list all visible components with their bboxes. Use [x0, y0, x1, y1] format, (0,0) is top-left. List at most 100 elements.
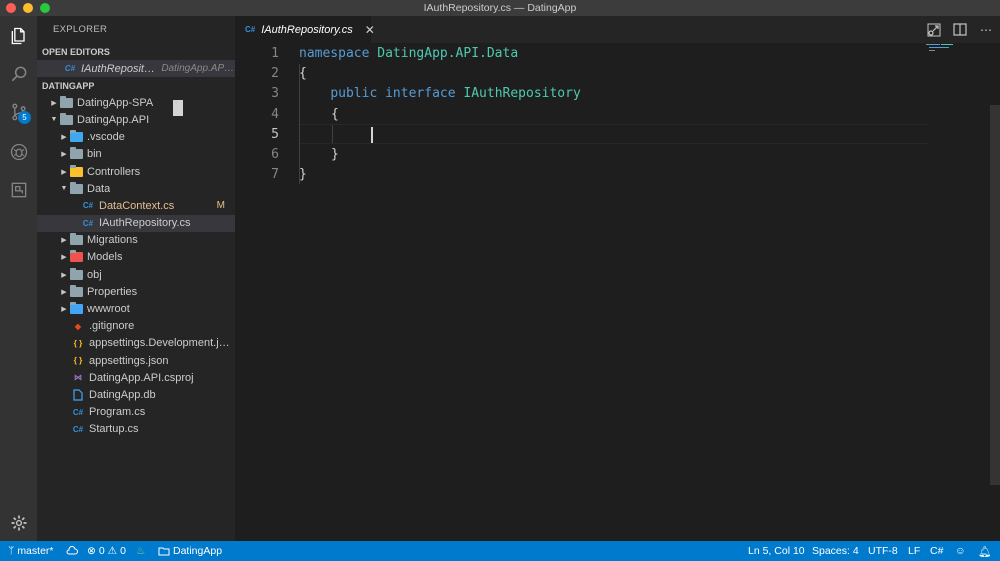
feedback-button[interactable]: ☺ — [955, 541, 966, 561]
project-label: DatingApp — [173, 545, 223, 557]
bell-icon: 🔔︎ — [978, 545, 992, 558]
code-line: 7 } — [235, 165, 935, 185]
code-editor[interactable]: 1 namespace DatingApp.API.Data 2 { 3 pub… — [235, 43, 1000, 541]
tree-folder-models[interactable]: ▶ Models — [37, 249, 235, 266]
tree-file-appsettings-development[interactable]: { } appsettings.Development.json — [37, 335, 235, 352]
code-line: 6 } — [235, 145, 935, 165]
tree-label: obj — [87, 268, 102, 281]
chevron-right-icon: ▶ — [61, 134, 67, 142]
smiley-icon: ☺ — [955, 545, 966, 557]
problems-status[interactable]: ⊗ 0 ⚠ 0 — [87, 541, 126, 561]
open-editor-description: DatingApp.API\Data — [161, 63, 235, 75]
tree-folder-data[interactable]: ▼ Data — [37, 180, 235, 197]
cursor-position[interactable]: Ln 5, Col 10 — [748, 541, 805, 561]
tree-folder-bin[interactable]: ▶ bin — [37, 146, 235, 163]
project-status[interactable]: DatingApp — [158, 541, 222, 561]
folder-icon — [158, 547, 170, 556]
tree-folder-obj[interactable]: ▶ obj — [37, 266, 235, 283]
language-status[interactable]: C# — [930, 541, 943, 561]
chevron-down-icon: ▼ — [60, 185, 68, 193]
tree-label: .gitignore — [89, 320, 135, 333]
warning-icon: ⚠ — [107, 545, 118, 557]
gear-icon — [11, 515, 26, 531]
tree-file-gitignore[interactable]: ◆ .gitignore — [37, 318, 235, 335]
more-actions-button[interactable]: ⋯ — [978, 22, 994, 38]
tree-folder-properties[interactable]: ▶ Properties — [37, 283, 235, 300]
workspace-title: DATINGAPP — [42, 80, 95, 91]
chevron-right-icon: ▶ — [61, 168, 67, 176]
eol-status[interactable]: LF — [908, 541, 920, 561]
branch-label: master* — [17, 545, 54, 557]
chevron-right-icon: ▶ — [61, 288, 67, 296]
tree-label: Models — [87, 251, 123, 264]
tree-folder-migrations[interactable]: ▶ Migrations — [37, 232, 235, 249]
tree-file-db[interactable]: DatingApp.db — [37, 386, 235, 403]
extensions-activity[interactable] — [0, 172, 37, 208]
tree-folder-datingapp-api[interactable]: ▼ DatingApp.API — [37, 111, 235, 128]
source-control-activity[interactable]: 5 — [0, 94, 37, 130]
omnisharp-status[interactable]: ♨ — [136, 541, 145, 561]
tree-file-startup[interactable]: C# Startup.cs — [37, 421, 235, 438]
open-changes-button[interactable] — [926, 22, 942, 38]
manage-activity[interactable] — [0, 511, 37, 535]
tree-folder-controllers[interactable]: ▶ Controllers — [37, 163, 235, 180]
csharp-file-icon: C# — [72, 407, 84, 417]
debug-icon — [10, 143, 27, 161]
folder-icon — [69, 233, 83, 246]
tree-folder-datingapp-spa[interactable]: ▶ DatingApp-SPA — [37, 94, 235, 111]
tree-folder-wwwroot[interactable]: ▶ wwwroot — [37, 300, 235, 317]
chevron-right-icon: ▶ — [61, 271, 67, 279]
tree-folder-vscode[interactable]: ▶ .vscode — [37, 129, 235, 146]
minimize-window-button[interactable] — [23, 3, 33, 13]
folder-icon — [69, 284, 83, 298]
csharp-file-icon: C# — [82, 201, 94, 211]
error-icon: ⊗ — [87, 545, 96, 557]
open-editor-item[interactable]: C# IAuthRepository.cs DatingApp.API\Data — [37, 60, 235, 78]
line-number: 1 — [271, 45, 279, 61]
files-icon — [11, 27, 25, 45]
tab-label: IAuthRepository.cs — [261, 23, 353, 36]
tree-label: wwwroot — [87, 303, 130, 316]
search-activity[interactable] — [0, 56, 37, 92]
tree-label: DatingApp.API — [77, 113, 150, 126]
close-icon[interactable]: ✕ — [365, 23, 375, 37]
modified-badge: M — [216, 200, 225, 212]
open-editor-label: IAuthRepository.cs — [81, 62, 156, 75]
chevron-down-icon: ▼ — [50, 116, 58, 124]
close-window-button[interactable] — [6, 3, 16, 13]
tree-file-datacontext[interactable]: C# DataContext.cs M — [37, 197, 235, 214]
tree-label: DataContext.cs — [99, 199, 175, 212]
encoding-status[interactable]: UTF-8 — [868, 541, 898, 561]
code-line: 2 { — [235, 63, 935, 83]
keyword-token: namespace — [299, 45, 370, 61]
tree-label: Migrations — [87, 234, 138, 247]
tree-file-program[interactable]: C# Program.cs — [37, 404, 235, 421]
maximize-window-button[interactable] — [40, 3, 50, 13]
notifications-button[interactable]: 🔔︎ — [978, 541, 991, 561]
explorer-activity[interactable] — [0, 18, 37, 54]
wwwroot-folder-icon — [69, 302, 83, 315]
cloud-upload-icon — [66, 546, 78, 555]
split-editor-button[interactable] — [952, 22, 968, 38]
debug-activity[interactable] — [0, 134, 37, 170]
line-number: 5 — [271, 126, 279, 142]
workspace-section[interactable]: ▼ DATINGAPP — [37, 77, 235, 116]
code-text: } — [299, 167, 307, 183]
git-branch-status[interactable]: ᛘ master* — [8, 541, 54, 561]
tree-file-csproj[interactable]: ⋈ DatingApp.API.csproj — [37, 369, 235, 386]
tab-iauthrepository[interactable]: C# IAuthRepository.cs ✕ — [235, 16, 375, 43]
sync-status[interactable] — [66, 541, 78, 561]
indentation-status[interactable]: Spaces: 4 — [812, 541, 859, 561]
tree-file-iauthrepository[interactable]: C# IAuthRepository.cs — [37, 214, 235, 232]
type-token: IAuthRepository — [463, 86, 581, 102]
tree-file-appsettings[interactable]: { } appsettings.json — [37, 352, 235, 369]
chevron-right-icon: ▶ — [61, 254, 67, 262]
minimap[interactable] — [926, 43, 956, 53]
code-text: { — [299, 65, 307, 81]
csharp-file-icon: C# — [245, 25, 256, 34]
open-editors-section[interactable]: ▼ OPEN EDITORS — [37, 43, 235, 116]
tree-label: bin — [87, 148, 102, 161]
flame-icon: ♨ — [136, 545, 146, 557]
warning-count: 0 — [120, 545, 126, 557]
vertical-scrollbar[interactable] — [990, 105, 1000, 485]
